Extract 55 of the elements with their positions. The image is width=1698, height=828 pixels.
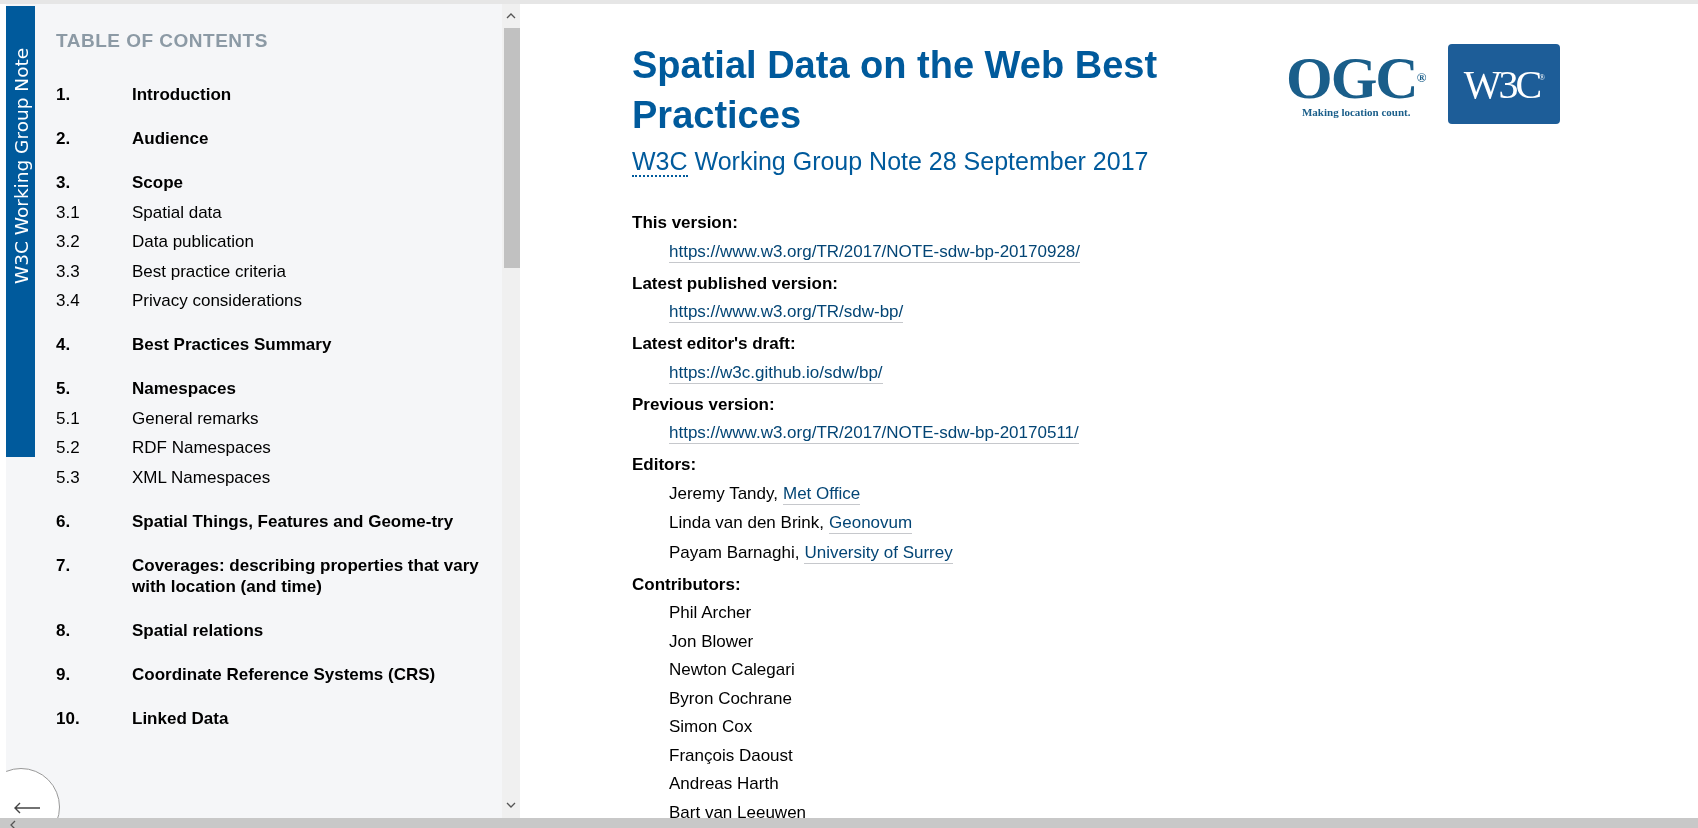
toc-link[interactable]: 3.1 Spatial data bbox=[56, 201, 502, 223]
caret-down-icon[interactable] bbox=[506, 802, 516, 808]
metadata-label: Contributors: bbox=[632, 573, 742, 595]
scrollbar[interactable] bbox=[0, 818, 1698, 828]
person-name: Byron Cochrane bbox=[669, 687, 792, 709]
toc-link[interactable]: 1. Introduction bbox=[56, 84, 502, 105]
toc-link[interactable]: 7. Coverages: describing properties that vary with location (and time) bbox=[56, 554, 502, 597]
metadata-label: Latest published version: bbox=[632, 272, 839, 294]
person-name: François Daoust bbox=[669, 744, 793, 766]
toc-link[interactable]: 9. Coordinate Reference Systems (CRS) bbox=[56, 663, 502, 685]
person-name: Newton Calegari bbox=[669, 659, 795, 680]
link[interactable]: https://www.w3.org/TR/sdw-bp/ bbox=[669, 301, 904, 323]
link[interactable]: Met Office bbox=[783, 482, 861, 505]
toc-link[interactable]: 5.3 XML Namespaces bbox=[56, 466, 502, 488]
scrollbar-thumb[interactable] bbox=[504, 28, 520, 268]
badge-label: W3C Working Group Note bbox=[10, 47, 31, 285]
w3c-logo[interactable]: W3C$^{®}$ bbox=[1448, 44, 1561, 124]
toc-link[interactable]: 5.1 General remarks bbox=[56, 407, 502, 429]
link[interactable]: https://www.w3.org/TR/2017/NOTE-sdw-bp-20170511/ bbox=[669, 422, 1079, 444]
toc-link[interactable]: 3. Scope bbox=[56, 172, 502, 193]
link[interactable]: Geonovum bbox=[829, 512, 913, 534]
toc-link[interactable]: 3.2 Data publication bbox=[56, 231, 502, 252]
ogc-logo[interactable]: OGC$^{®}$ Making location count. bbox=[1286, 52, 1427, 118]
toc-link[interactable]: 4. Best Practices Summary bbox=[56, 334, 502, 355]
document-subtitle: W3C Working Group Note 28 September 2017 bbox=[632, 147, 1150, 176]
toc-link[interactable]: 2. Audience bbox=[56, 128, 502, 149]
metadata-label: Previous version: bbox=[632, 393, 776, 415]
caret-left-icon[interactable] bbox=[10, 820, 16, 828]
caret-up-icon[interactable] bbox=[506, 13, 516, 19]
toc-link[interactable]: 8. Spatial relations bbox=[56, 619, 502, 641]
arrow-left-icon bbox=[13, 802, 41, 814]
person-name: Linda van den Brink, bbox=[669, 512, 824, 534]
person-name: Jeremy Tandy, bbox=[669, 482, 778, 505]
toc-link[interactable]: 6. Spatial Things, Features and Geome-try bbox=[56, 510, 502, 532]
toc-link[interactable]: 5.2 RDF Namespaces bbox=[56, 437, 502, 458]
person-name: Bart van Leeuwen bbox=[669, 801, 807, 823]
person-name: Phil Archer bbox=[669, 602, 752, 623]
metadata-label: This version: bbox=[632, 212, 739, 233]
toc-link[interactable]: 3.4 Privacy considerations bbox=[56, 290, 502, 311]
toc-link[interactable]: 3.3 Best practice criteria bbox=[56, 260, 502, 282]
person-name: Jon Blower bbox=[669, 630, 754, 652]
link[interactable]: https://www.w3.org/TR/2017/NOTE-sdw-bp-20170928/ bbox=[669, 240, 1081, 263]
toc-link[interactable]: 10. Linked Data bbox=[56, 707, 502, 729]
person-name: Payam Barnaghi, bbox=[669, 541, 800, 564]
link[interactable]: https://w3c.github.io/sdw/bp/ bbox=[669, 361, 883, 384]
document-title: Spatial Data on the Web Best Practices bbox=[632, 43, 1159, 138]
toc-heading: TABLE OF CONTENTS bbox=[56, 30, 269, 52]
scrollbar[interactable] bbox=[502, 4, 520, 818]
metadata-label: Latest editor's draft: bbox=[632, 333, 797, 354]
link[interactable]: University of Surrey bbox=[804, 541, 953, 564]
person-name: Andreas Harth bbox=[669, 773, 779, 794]
person-name: Simon Cox bbox=[669, 716, 753, 737]
metadata-label: Editors: bbox=[632, 454, 698, 475]
toc-link[interactable]: 5. Namespaces bbox=[56, 378, 502, 399]
status-badge[interactable]: W3C Working Group Note bbox=[6, 6, 35, 457]
